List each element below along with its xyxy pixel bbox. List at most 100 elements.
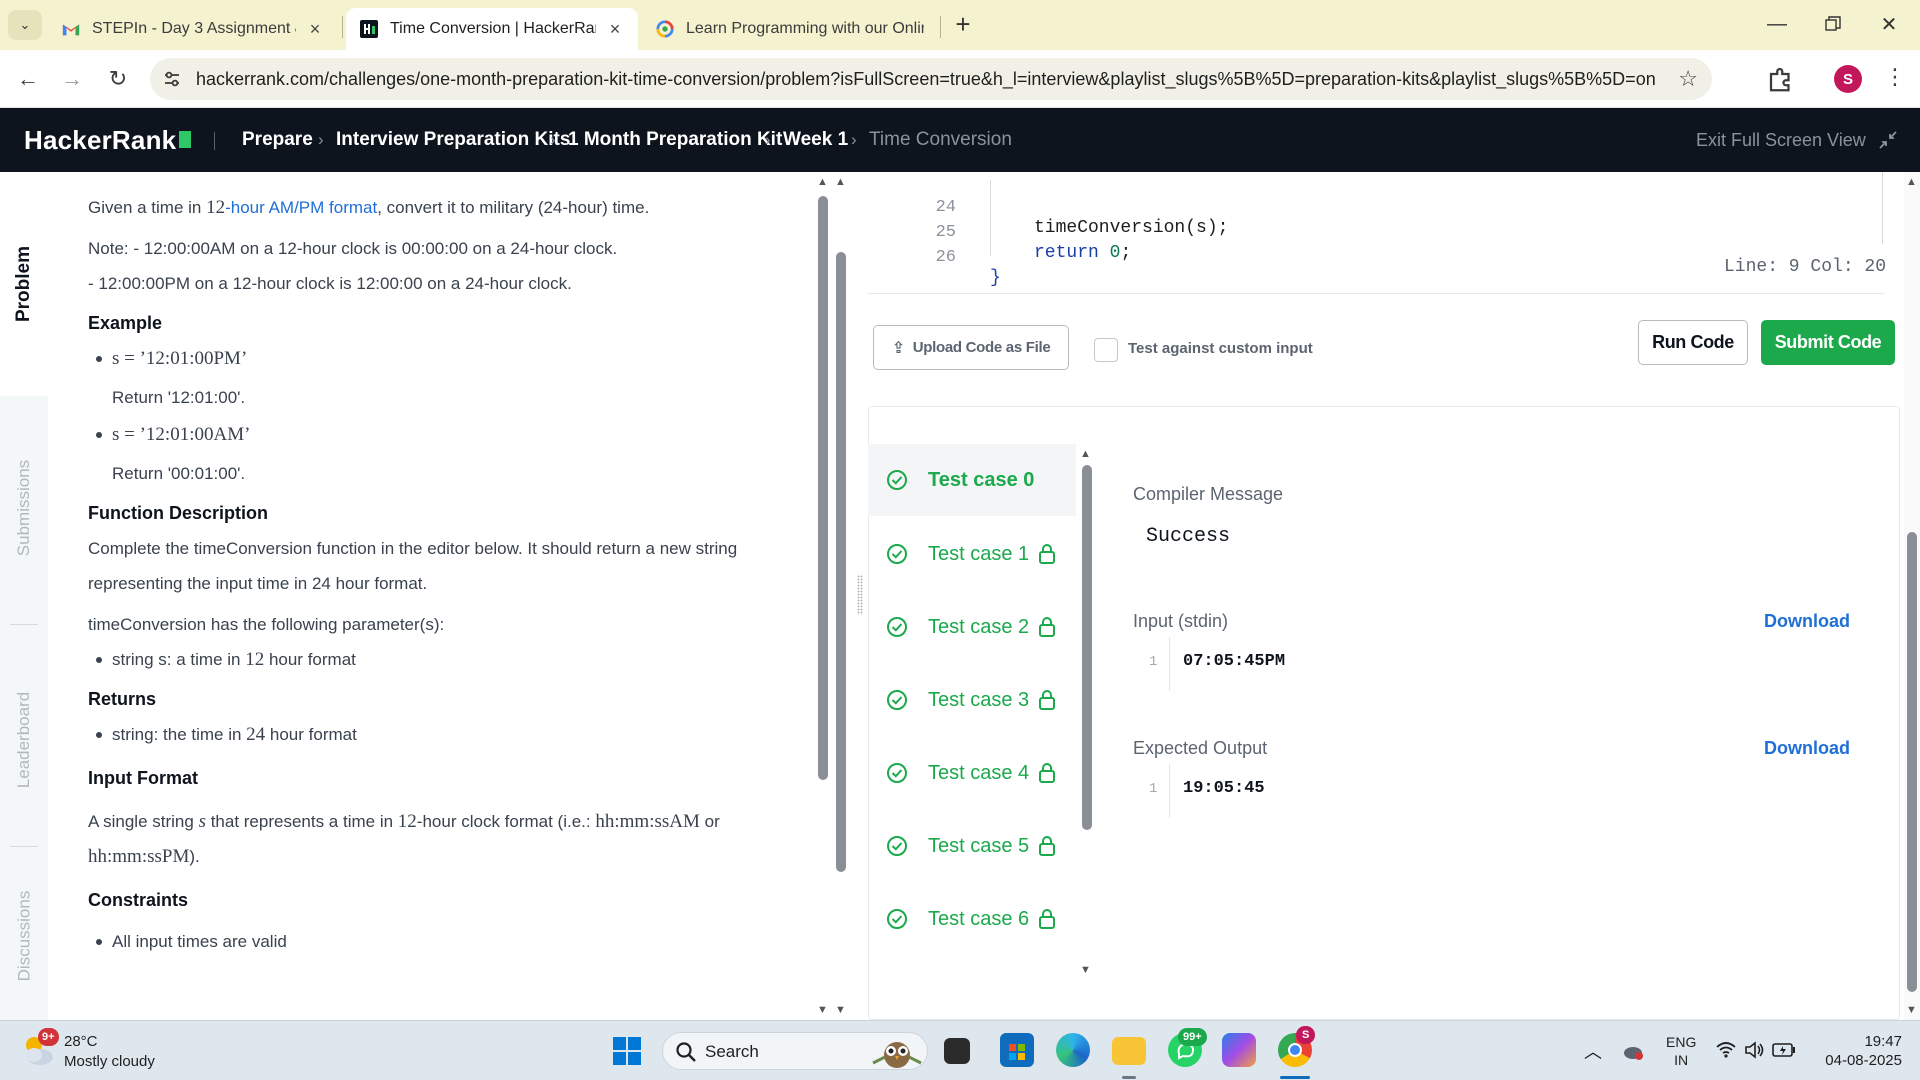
collapse-arrows-icon[interactable] [1878, 130, 1898, 150]
test-case-3[interactable]: Test case 3 [868, 664, 1076, 736]
tray-overflow-chevron-icon[interactable]: ︿ [1584, 1021, 1602, 1080]
side-tab-discussions[interactable]: Discussions [0, 852, 48, 1020]
scroll-down-arrow-icon[interactable]: ▼ [835, 1004, 846, 1016]
test-case-4[interactable]: Test case 4 [868, 737, 1076, 809]
note-line-1: Note: - 12:00:00AM on a 12-hour clock is… [88, 239, 618, 258]
function-description-heading: Function Description [88, 503, 268, 523]
compiler-message-label: Compiler Message [1133, 484, 1284, 504]
side-tab-leaderboard[interactable]: Leaderboard [0, 630, 48, 850]
whatsapp-unread-badge: 99+ [1178, 1028, 1207, 1046]
kebab-menu-icon[interactable]: ⋮ [1884, 64, 1906, 90]
close-icon[interactable]: × [306, 19, 324, 40]
back-arrow-icon[interactable]: ← [12, 63, 44, 95]
file-explorer-icon[interactable] [1112, 1037, 1146, 1065]
page-scrollbar[interactable] [1904, 172, 1920, 1020]
pane-resize-grip[interactable] [857, 575, 863, 615]
test-case-5[interactable]: Test case 5 [868, 810, 1076, 882]
exit-full-screen-link[interactable]: Exit Full Screen View [1696, 130, 1866, 151]
breadcrumb-month-kit[interactable]: 1 Month Preparation Kit [568, 129, 782, 151]
scroll-up-arrow-icon[interactable]: ▲ [1906, 176, 1917, 188]
test-case-2[interactable]: Test case 2 [868, 591, 1076, 663]
scroll-up-arrow-icon[interactable]: ▲ [835, 176, 846, 188]
test-case-6[interactable]: Test case 6 [868, 883, 1076, 955]
scroll-down-arrow-icon[interactable]: ▼ [1906, 1004, 1917, 1016]
compiler-message: Success [1146, 525, 1231, 548]
hackerrank-logo[interactable]: HackerRank [24, 125, 192, 156]
task-view-icon[interactable] [944, 1038, 970, 1064]
address-bar[interactable]: hackerrank.com/challenges/one-month-prep… [150, 58, 1712, 100]
breadcrumb-week[interactable]: Week 1 [783, 129, 848, 151]
battery-icon[interactable] [1772, 1043, 1796, 1057]
close-icon[interactable]: × [606, 19, 624, 40]
test-case-1[interactable]: Test case 1 [868, 518, 1076, 590]
lock-icon [1039, 909, 1055, 929]
cursor-position: Line: 9 Col: 20 [1724, 257, 1887, 277]
scroll-down-arrow-icon[interactable]: ▼ [1080, 964, 1091, 976]
format-link[interactable]: -hour AM/PM format [225, 198, 377, 217]
side-tab-problem[interactable]: Problem [0, 172, 48, 396]
problem-scrollbar[interactable] [818, 192, 828, 1000]
test-case-scrollbar[interactable] [1082, 465, 1092, 965]
forward-arrow-icon[interactable]: → [56, 63, 88, 95]
splitter-scrollbar[interactable] [836, 192, 846, 1000]
lock-icon [1039, 690, 1055, 710]
side-tab-submissions[interactable]: Submissions [0, 398, 48, 618]
profile-avatar[interactable]: S [1834, 65, 1862, 93]
submit-code-button[interactable]: Submit Code [1761, 320, 1895, 365]
test-case-0[interactable]: Test case 0 [868, 444, 1076, 516]
browser-tab-gmail[interactable]: STEPIn - Day 3 Assignment & To × [48, 8, 338, 50]
upload-icon: ⇪ [891, 339, 905, 357]
input-language[interactable]: ENG IN [1666, 1033, 1696, 1069]
check-circle-icon [887, 617, 907, 637]
breadcrumb-interview-kits[interactable]: Interview Preparation Kits [336, 129, 570, 151]
problem-statement: Given a time in 12-hour AM/PM format, co… [88, 190, 816, 959]
hackerrank-icon [360, 20, 378, 38]
tab-title: Learn Programming with our Online [686, 20, 924, 37]
reload-icon[interactable]: ↻ [102, 63, 134, 95]
list-item: s = ’12:01:00PM’ [88, 341, 816, 376]
edge-browser-icon[interactable] [1056, 1033, 1090, 1067]
example-return-1: Return '12:01:00'. [112, 388, 246, 407]
wifi-icon[interactable] [1716, 1041, 1736, 1059]
url-text[interactable]: hackerrank.com/challenges/one-month-prep… [196, 58, 1656, 100]
scroll-up-arrow-icon[interactable]: ▲ [817, 176, 828, 188]
minimize-icon[interactable]: — [1754, 8, 1800, 40]
breadcrumb-chevron-icon: › [851, 130, 857, 149]
restore-icon[interactable] [1810, 8, 1856, 40]
download-input-link[interactable]: Download [1764, 611, 1850, 632]
browser-tab-learn[interactable]: Learn Programming with our Online [642, 8, 938, 50]
volume-icon[interactable] [1744, 1041, 1766, 1059]
custom-input-label[interactable]: Test against custom input [1128, 340, 1313, 357]
extensions-puzzle-icon[interactable] [1766, 64, 1796, 94]
site-settings-icon[interactable] [162, 69, 182, 89]
scroll-down-arrow-icon[interactable]: ▼ [817, 1004, 828, 1016]
copilot-icon[interactable] [1222, 1033, 1256, 1067]
download-output-link[interactable]: Download [1764, 738, 1850, 759]
weather-badge: 9+ [38, 1028, 59, 1046]
microsoft-store-icon[interactable] [1000, 1033, 1034, 1067]
bookmark-star-icon[interactable]: ☆ [1678, 66, 1698, 92]
breadcrumb-prepare[interactable]: Prepare [242, 129, 313, 151]
params-list: string s: a time in 12 hour format [88, 642, 816, 677]
upload-code-button[interactable]: ⇪ Upload Code as File [873, 325, 1069, 370]
taskbar-search[interactable]: Search [662, 1032, 928, 1070]
input-format-heading: Input Format [88, 768, 198, 788]
browser-toolbar: ← → ↻ hackerrank.com/challenges/one-mont… [0, 50, 1920, 108]
tab-search-chevron-icon[interactable]: ⌄ [8, 10, 42, 40]
breadcrumb-chevron-icon: › [765, 130, 771, 149]
problem-statement-pane[interactable]: Given a time in 12-hour AM/PM format, co… [48, 172, 816, 1020]
system-clock[interactable]: 19:47 04-08-2025 [1812, 1032, 1902, 1070]
side-tab-divider [10, 846, 38, 847]
check-circle-icon [887, 909, 907, 929]
check-circle-icon [887, 544, 907, 564]
new-tab-plus-icon[interactable]: + [948, 10, 978, 40]
browser-tab-hackerrank[interactable]: Time Conversion | HackerRank × [346, 8, 638, 50]
windows-start-icon[interactable] [612, 1036, 642, 1066]
example-list: s = ’12:01:00AM’ [88, 417, 816, 452]
run-code-button[interactable]: Run Code [1638, 320, 1748, 365]
custom-input-checkbox[interactable] [1094, 338, 1118, 362]
onedrive-status-icon[interactable] [1622, 1041, 1644, 1061]
scroll-up-arrow-icon[interactable]: ▲ [1080, 448, 1091, 460]
app-running-indicator [1122, 1076, 1136, 1079]
window-close-icon[interactable]: ✕ [1866, 8, 1912, 40]
